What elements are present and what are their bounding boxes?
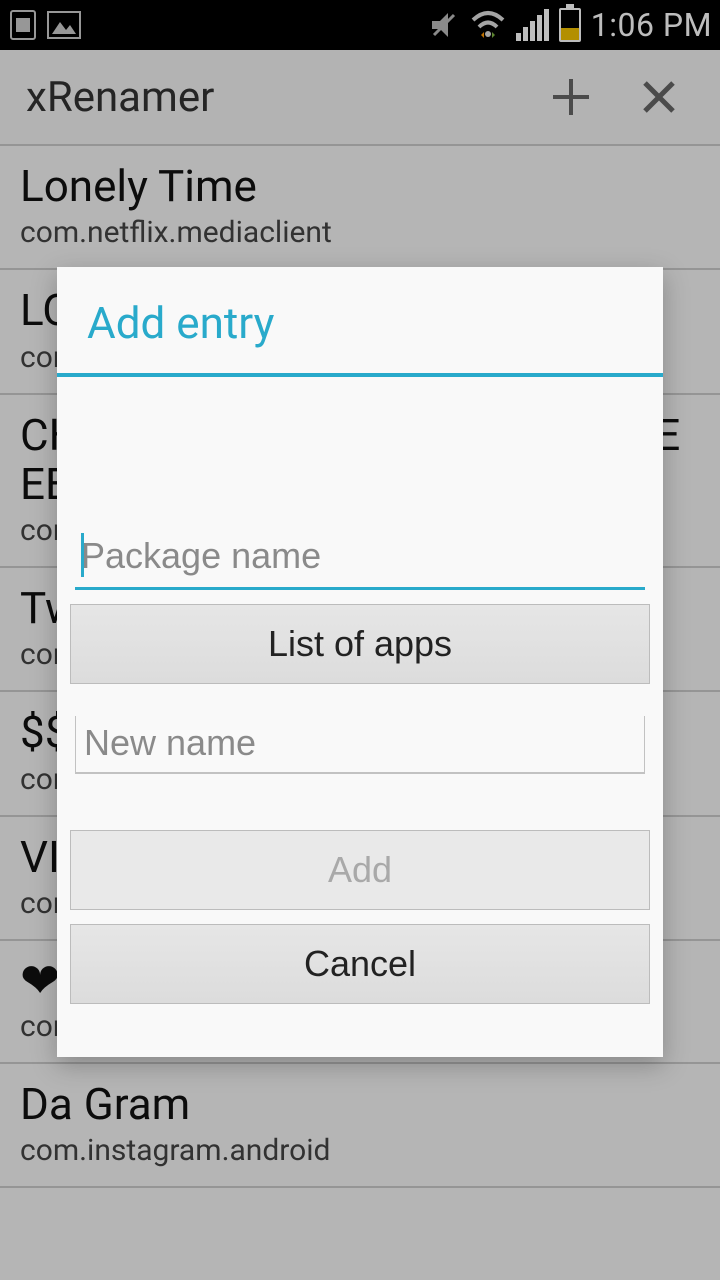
dialog-title: Add entry <box>57 267 663 373</box>
dialog-buttons: Add Cancel <box>65 816 655 1004</box>
cancel-button[interactable]: Cancel <box>70 924 650 1004</box>
add-confirm-button[interactable]: Add <box>70 830 650 910</box>
new-name-input[interactable] <box>75 716 645 774</box>
text-caret <box>81 533 84 577</box>
add-entry-dialog: Add entry List of apps Add Cancel <box>57 267 663 1057</box>
package-name-input[interactable] <box>75 527 645 590</box>
package-field-wrap <box>75 527 645 590</box>
list-of-apps-button[interactable]: List of apps <box>70 604 650 684</box>
new-name-field-wrap <box>75 716 645 774</box>
dialog-body: List of apps Add Cancel <box>57 377 663 1057</box>
